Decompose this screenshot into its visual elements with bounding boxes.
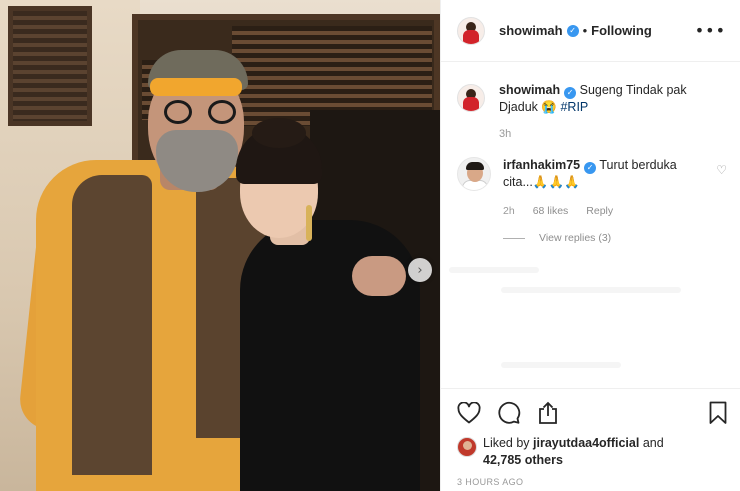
- post-header: showimah ✓ • Following •••: [441, 0, 740, 62]
- liked-by-prefix: Liked by: [483, 436, 530, 450]
- avatar[interactable]: [457, 437, 477, 457]
- man-hand-on-shoulder: [352, 256, 406, 296]
- comment-time[interactable]: 2h: [503, 203, 515, 220]
- woman-hair-bun: [252, 118, 306, 148]
- post-actions: Liked by jirayutdaa4official and 42,785 …: [441, 388, 740, 487]
- man-vest-left: [72, 175, 152, 475]
- following-button[interactable]: Following: [591, 23, 652, 38]
- bookmark-icon[interactable]: [709, 401, 727, 425]
- liked-by-username[interactable]: jirayutdaa4official: [533, 436, 639, 450]
- view-replies[interactable]: View replies (3): [503, 230, 708, 247]
- avatar[interactable]: [457, 84, 485, 112]
- comment-item: irfanhakim75 ✓ Turut berduka cita...🙏🙏🙏 2…: [457, 157, 727, 247]
- comment-emoji: 🙏🙏🙏: [532, 175, 580, 189]
- post-photo[interactable]: ›: [0, 0, 440, 491]
- man-headband: [150, 78, 242, 96]
- view-replies-line: [503, 238, 525, 239]
- comment-meta: 2h 68 likes Reply: [503, 203, 708, 220]
- liked-by: Liked by jirayutdaa4official and 42,785 …: [457, 435, 727, 469]
- faded-comment-placeholder: [501, 362, 621, 368]
- comment-username[interactable]: irfanhakim75: [503, 158, 580, 172]
- share-icon[interactable]: [537, 401, 559, 425]
- view-replies-label[interactable]: View replies (3): [539, 230, 611, 247]
- comment-icon[interactable]: [497, 401, 521, 425]
- commenter-avatar[interactable]: [457, 157, 491, 191]
- comment-likes[interactable]: 68 likes: [533, 203, 569, 220]
- caption: showimah ✓ Sugeng Tindak pak Djaduk 😭 #RI…: [457, 82, 727, 143]
- separator-dot: •: [582, 23, 588, 38]
- heart-icon[interactable]: [457, 402, 481, 424]
- post-side-panel: showimah ✓ • Following ••• showimah ✓ Sug…: [440, 0, 740, 491]
- faded-comment-placeholder: [449, 267, 539, 273]
- likes-count-link[interactable]: 42,785 others: [483, 453, 563, 467]
- chevron-right-icon[interactable]: ›: [408, 258, 432, 282]
- more-options-icon[interactable]: •••: [695, 21, 726, 40]
- caption-emoji: 😭: [541, 100, 557, 114]
- author-username[interactable]: showimah: [499, 23, 563, 38]
- caption-hashtag[interactable]: #RIP: [560, 100, 588, 114]
- avatar[interactable]: [457, 16, 485, 45]
- woman-earring: [306, 205, 312, 241]
- caption-time[interactable]: 3h: [499, 126, 727, 143]
- comment-like-heart-icon[interactable]: ♡: [716, 163, 727, 247]
- liked-by-suffix: and: [642, 436, 664, 450]
- reply-button[interactable]: Reply: [586, 203, 613, 220]
- photo-vent: [8, 6, 92, 126]
- man-glasses: [164, 100, 236, 124]
- verified-badge-icon: ✓: [566, 24, 579, 37]
- faded-comment-placeholder: [501, 287, 681, 293]
- caption-username[interactable]: showimah: [499, 83, 560, 97]
- action-icons: [457, 399, 727, 427]
- verified-badge-icon: ✓: [564, 87, 577, 99]
- verified-badge-icon: ✓: [584, 162, 597, 174]
- post-timestamp[interactable]: 3 HOURS AGO: [457, 477, 727, 487]
- comments-section[interactable]: showimah ✓ Sugeng Tindak pak Djaduk 😭 #RI…: [441, 62, 740, 388]
